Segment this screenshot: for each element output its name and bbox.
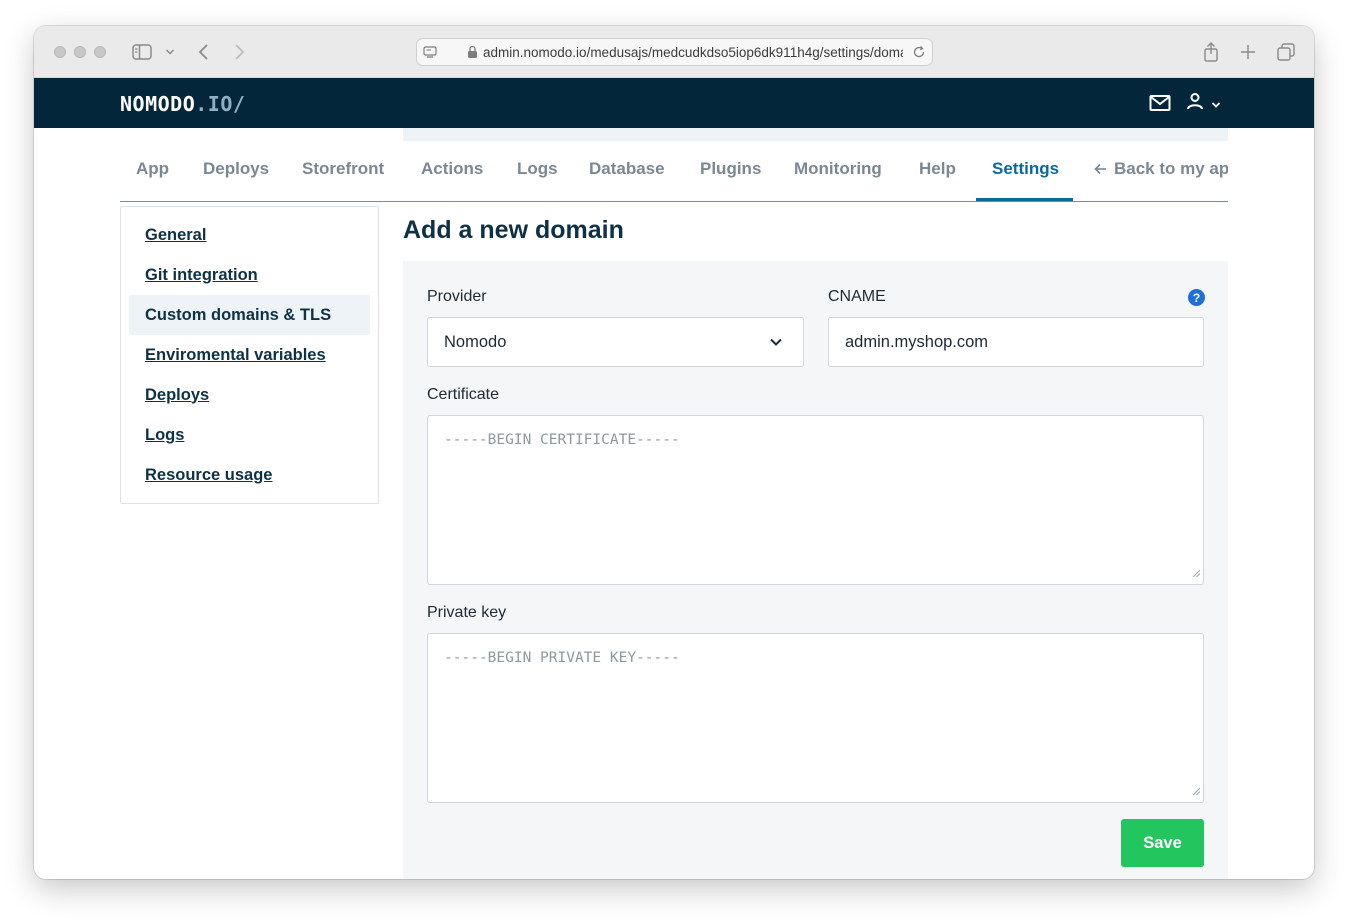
logo-text: NOMODO [120, 92, 196, 116]
reload-icon[interactable] [912, 45, 926, 62]
resize-grip-icon[interactable] [1192, 784, 1201, 800]
tab-plugins[interactable]: Plugins [700, 159, 761, 179]
tab-database[interactable]: Database [589, 159, 665, 179]
certificate-label: Certificate [427, 386, 500, 403]
tab-logs[interactable]: Logs [517, 159, 558, 179]
top-banner-strip [403, 128, 1228, 141]
browser-window: admin.nomodo.io/medusajs/medcudkdso5iop6… [34, 26, 1314, 879]
back-to-apps-link[interactable]: Back to my apps [1094, 159, 1228, 180]
cname-value: admin.myshop.com [845, 332, 989, 351]
sidebar-item-resource-usage[interactable]: Resource usage [129, 455, 370, 495]
private-key-label: Private key [427, 604, 507, 621]
tab-actions[interactable]: Actions [421, 159, 483, 179]
sidebar-item-deploys[interactable]: Deploys [129, 375, 370, 415]
app-header: NOMODO.IO/ [34, 78, 1314, 128]
browser-toolbar: admin.nomodo.io/medusajs/medcudkdso5iop6… [34, 26, 1314, 78]
add-domain-form: Provider CNAME ? Nomodo admin.myshop.com… [403, 261, 1228, 879]
sidebar-toggle-icon[interactable] [131, 40, 153, 64]
url-text: admin.nomodo.io/medusajs/medcudkdso5iop6… [483, 44, 903, 60]
provider-selected-value: Nomodo [444, 332, 507, 351]
user-menu-button[interactable] [1186, 92, 1221, 114]
back-arrow-icon[interactable] [194, 40, 214, 64]
share-icon[interactable] [1201, 40, 1221, 64]
lock-icon [467, 45, 478, 62]
cname-label: CNAME [828, 288, 886, 305]
page-settings-icon[interactable] [423, 45, 437, 62]
save-button[interactable]: Save [1121, 819, 1204, 867]
active-tab-indicator [976, 198, 1073, 201]
sidebar-item-custom-domains[interactable]: Custom domains & TLS [129, 295, 370, 335]
provider-label: Provider [427, 288, 487, 305]
tab-settings[interactable]: Settings [992, 159, 1059, 179]
tab-deploys[interactable]: Deploys [203, 159, 269, 179]
tab-app[interactable]: App [136, 159, 169, 179]
tab-overview-icon[interactable] [1276, 40, 1296, 64]
forward-arrow-icon[interactable] [229, 40, 249, 64]
zoom-window-button[interactable] [94, 46, 106, 58]
private-key-textarea[interactable]: -----BEGIN PRIVATE KEY----- [427, 633, 1204, 803]
tab-storefront[interactable]: Storefront [302, 159, 384, 179]
certificate-textarea[interactable]: -----BEGIN CERTIFICATE----- [427, 415, 1204, 585]
mail-icon[interactable] [1149, 92, 1171, 114]
chevron-down-icon [1211, 94, 1221, 113]
private-key-placeholder: -----BEGIN PRIVATE KEY----- [444, 650, 680, 666]
user-icon [1186, 92, 1204, 114]
resize-grip-icon[interactable] [1192, 566, 1201, 582]
sidebar-item-logs[interactable]: Logs [129, 415, 370, 455]
sidebar-item-general[interactable]: General [129, 215, 370, 255]
logo-accent-text: .IO/ [195, 92, 246, 116]
settings-sidebar: General Git integration Custom domains &… [120, 206, 379, 504]
page-content: App Deploys Storefront Actions Logs Data… [34, 128, 1314, 879]
tab-help[interactable]: Help [919, 159, 956, 179]
sidebar-item-git-integration[interactable]: Git integration [129, 255, 370, 295]
back-link-label: Back to my apps [1114, 159, 1228, 178]
cname-input[interactable]: admin.myshop.com [828, 317, 1204, 367]
chevron-down-icon[interactable] [162, 40, 178, 64]
nomodo-logo[interactable]: NOMODO.IO/ [120, 92, 245, 116]
page-title: Add a new domain [403, 216, 624, 244]
sidebar-item-environmental-variables[interactable]: Enviromental variables [129, 335, 370, 375]
new-tab-icon[interactable] [1238, 40, 1258, 64]
arrow-left-icon [1094, 160, 1114, 180]
help-icon[interactable]: ? [1188, 289, 1205, 306]
close-window-button[interactable] [54, 46, 66, 58]
address-bar[interactable]: admin.nomodo.io/medusajs/medcudkdso5iop6… [416, 38, 933, 66]
tab-monitoring[interactable]: Monitoring [794, 159, 882, 179]
app-tabs: App Deploys Storefront Actions Logs Data… [120, 156, 1228, 202]
chevron-down-icon [769, 335, 783, 354]
provider-select[interactable]: Nomodo [427, 317, 804, 367]
certificate-placeholder: -----BEGIN CERTIFICATE----- [444, 432, 680, 448]
minimize-window-button[interactable] [74, 46, 86, 58]
